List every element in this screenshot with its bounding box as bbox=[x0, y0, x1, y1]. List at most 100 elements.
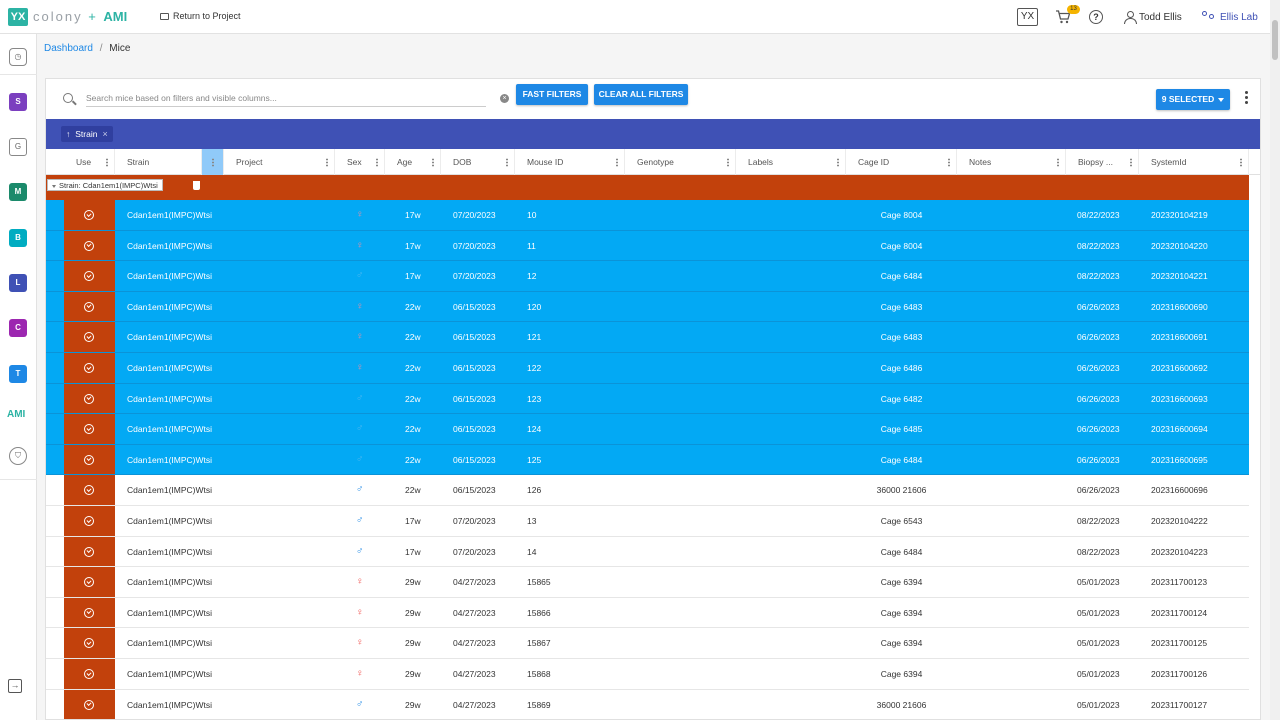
check-circle-icon[interactable] bbox=[84, 454, 94, 465]
column-header-notes[interactable]: Notes bbox=[957, 149, 1066, 175]
use-cell[interactable] bbox=[64, 291, 115, 322]
more-options-icon[interactable] bbox=[1245, 91, 1249, 107]
column-header-age[interactable]: Age bbox=[385, 149, 441, 175]
use-cell[interactable] bbox=[64, 628, 115, 658]
table-row[interactable]: Cdan1em1(IMPC)Wtsi ♂ 22w 06/15/2023 125 … bbox=[46, 444, 1249, 476]
column-header-system-id[interactable]: SystemId bbox=[1139, 149, 1249, 175]
check-circle-icon[interactable] bbox=[84, 546, 94, 557]
check-circle-icon[interactable] bbox=[84, 669, 94, 679]
table-row[interactable]: Cdan1em1(IMPC)Wtsi ♀ 17w 07/20/2023 10 C… bbox=[46, 200, 1249, 231]
use-cell[interactable] bbox=[64, 475, 115, 505]
check-circle-icon[interactable] bbox=[84, 638, 94, 649]
column-menu-icon[interactable] bbox=[202, 149, 224, 175]
lab-menu[interactable]: Ellis Lab bbox=[1202, 11, 1258, 23]
table-row[interactable]: Cdan1em1(IMPC)Wtsi ♂ 29w 04/27/2023 1586… bbox=[46, 689, 1249, 719]
check-circle-icon[interactable] bbox=[84, 577, 94, 588]
check-circle-icon[interactable] bbox=[84, 240, 94, 251]
rail-item-s[interactable]: S bbox=[9, 93, 27, 111]
search-input[interactable] bbox=[86, 89, 486, 107]
table-row[interactable]: Cdan1em1(IMPC)Wtsi ♀ 29w 04/27/2023 1586… bbox=[46, 628, 1249, 659]
table-row[interactable]: Cdan1em1(IMPC)Wtsi ♂ 22w 06/15/2023 123 … bbox=[46, 383, 1249, 415]
column-header-mouse-id[interactable]: Mouse ID bbox=[515, 149, 625, 175]
help-icon[interactable]: ? bbox=[1089, 10, 1103, 24]
column-header-biopsy[interactable]: Biopsy ... bbox=[1066, 149, 1139, 175]
rail-item-c[interactable]: C bbox=[9, 319, 27, 337]
table-row[interactable]: Cdan1em1(IMPC)Wtsi ♀ 29w 04/27/2023 1586… bbox=[46, 659, 1249, 690]
column-header-dob[interactable]: DOB bbox=[441, 149, 515, 175]
table-row[interactable]: Cdan1em1(IMPC)Wtsi ♀ 29w 04/27/2023 1586… bbox=[46, 567, 1249, 598]
use-cell[interactable] bbox=[64, 383, 115, 414]
use-cell[interactable] bbox=[64, 567, 115, 597]
table-row[interactable]: Cdan1em1(IMPC)Wtsi ♀ 22w 06/15/2023 122 … bbox=[46, 353, 1249, 384]
column-header-use[interactable]: Use bbox=[64, 149, 115, 175]
use-cell[interactable] bbox=[64, 597, 115, 628]
rail-item-g[interactable]: G bbox=[9, 138, 27, 156]
rail-item-t[interactable]: T bbox=[9, 365, 27, 383]
breadcrumb-dashboard[interactable]: Dashboard bbox=[44, 43, 93, 54]
rail-item-ami[interactable]: AMI bbox=[7, 409, 25, 420]
table-row[interactable]: Cdan1em1(IMPC)Wtsi ♂ 22w 06/15/2023 124 … bbox=[46, 414, 1249, 445]
column-header-genotype[interactable]: Genotype bbox=[625, 149, 736, 175]
rail-item-b[interactable]: B bbox=[9, 229, 27, 247]
table-row[interactable]: Cdan1em1(IMPC)Wtsi ♀ 17w 07/20/2023 11 C… bbox=[46, 230, 1249, 262]
check-circle-icon[interactable] bbox=[84, 332, 94, 343]
table-row[interactable]: Cdan1em1(IMPC)Wtsi ♂ 17w 07/20/2023 14 C… bbox=[46, 536, 1249, 568]
rail-item-l[interactable]: L bbox=[9, 274, 27, 292]
use-cell[interactable] bbox=[64, 261, 115, 291]
check-circle-icon[interactable] bbox=[84, 301, 94, 312]
column-header-strain[interactable]: Strain bbox=[115, 149, 202, 175]
close-icon[interactable]: × bbox=[102, 126, 107, 142]
dashboard-icon[interactable]: ◷ bbox=[9, 48, 27, 66]
column-header-project[interactable]: Project bbox=[224, 149, 335, 175]
table-row[interactable]: Cdan1em1(IMPC)Wtsi ♂ 22w 06/15/2023 126 … bbox=[46, 475, 1249, 506]
group-row-strain[interactable]: Strain: Cdan1em1(IMPC)Wtsi bbox=[46, 175, 1249, 200]
check-circle-icon[interactable] bbox=[84, 516, 94, 526]
table-row[interactable]: Cdan1em1(IMPC)Wtsi ♂ 17w 07/20/2023 13 C… bbox=[46, 506, 1249, 537]
return-to-project-link[interactable]: Return to Project bbox=[160, 11, 241, 21]
use-cell[interactable] bbox=[64, 230, 115, 261]
use-cell[interactable] bbox=[64, 414, 115, 444]
table-row[interactable]: Cdan1em1(IMPC)Wtsi ♀ 22w 06/15/2023 120 … bbox=[46, 291, 1249, 323]
check-circle-icon[interactable] bbox=[84, 607, 94, 618]
use-cell[interactable] bbox=[64, 353, 115, 383]
scroll-thumb[interactable] bbox=[1272, 20, 1278, 60]
use-cell[interactable] bbox=[64, 444, 115, 475]
use-cell[interactable] bbox=[64, 536, 115, 567]
group-row-label[interactable]: Strain: Cdan1em1(IMPC)Wtsi bbox=[47, 179, 163, 191]
clear-all-filters-button[interactable]: CLEAR ALL FILTERS bbox=[594, 84, 688, 105]
cell-age: 22w bbox=[405, 485, 421, 496]
cell-mouse-id: 11 bbox=[527, 240, 536, 251]
column-header-sex[interactable]: Sex bbox=[335, 149, 385, 175]
clear-search-icon[interactable]: × bbox=[500, 94, 509, 103]
rail-item-m[interactable]: M bbox=[9, 183, 27, 201]
check-circle-icon[interactable] bbox=[84, 393, 94, 404]
cell-strain: Cdan1em1(IMPC)Wtsi bbox=[127, 271, 213, 282]
table-row[interactable]: Cdan1em1(IMPC)Wtsi ♂ 17w 07/20/2023 12 C… bbox=[46, 261, 1249, 292]
use-cell[interactable] bbox=[64, 506, 115, 536]
check-circle-icon[interactable] bbox=[84, 485, 94, 496]
check-circle-icon[interactable] bbox=[84, 424, 94, 435]
use-cell[interactable] bbox=[64, 689, 115, 719]
yx-badge[interactable]: YX bbox=[1017, 8, 1038, 26]
check-circle-icon[interactable] bbox=[84, 271, 94, 282]
user-menu[interactable]: Todd Ellis bbox=[1124, 11, 1182, 24]
use-cell[interactable] bbox=[64, 200, 115, 230]
shield-icon[interactable]: ⛉ bbox=[9, 447, 27, 465]
use-cell[interactable] bbox=[64, 659, 115, 689]
group-chip-strain[interactable]: ↑ Strain × bbox=[61, 126, 113, 142]
logo-mark[interactable]: YX bbox=[8, 8, 28, 26]
table-row[interactable]: Cdan1em1(IMPC)Wtsi ♀ 22w 06/15/2023 121 … bbox=[46, 322, 1249, 353]
exit-icon[interactable]: → bbox=[8, 679, 22, 693]
check-circle-icon[interactable] bbox=[84, 210, 94, 220]
fast-filters-button[interactable]: FAST FILTERS bbox=[516, 84, 588, 105]
cell-biopsy: 06/26/2023 bbox=[1077, 332, 1120, 343]
check-circle-icon[interactable] bbox=[84, 363, 94, 373]
table-row[interactable]: Cdan1em1(IMPC)Wtsi ♀ 29w 04/27/2023 1586… bbox=[46, 597, 1249, 629]
logo-text[interactable]: colony + AMI bbox=[33, 9, 127, 24]
use-cell[interactable] bbox=[64, 322, 115, 352]
column-header-labels[interactable]: Labels bbox=[736, 149, 846, 175]
selected-count-button[interactable]: 9 SELECTED bbox=[1156, 89, 1230, 110]
page-scrollbar[interactable] bbox=[1270, 0, 1280, 720]
column-header-cage-id[interactable]: Cage ID bbox=[846, 149, 957, 175]
check-circle-icon[interactable] bbox=[84, 699, 94, 710]
